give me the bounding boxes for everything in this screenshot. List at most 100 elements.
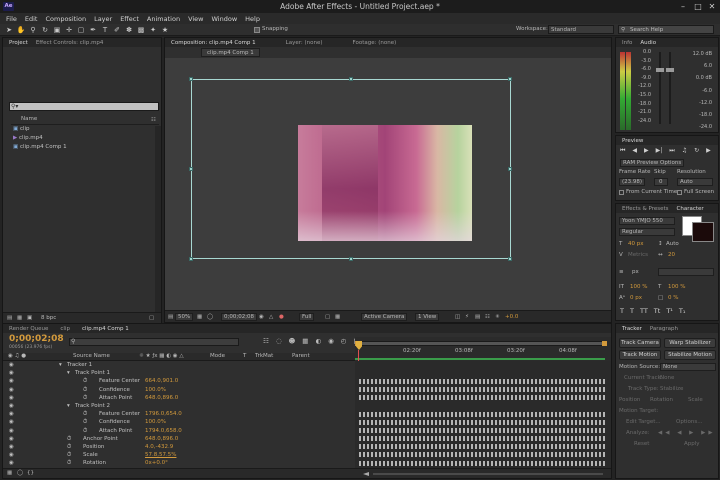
hide-shy-layers-icon[interactable]: ☻ (289, 337, 296, 345)
rectangle-tool-icon[interactable]: ▢ (76, 25, 86, 35)
table-row[interactable]: ◉ ⏱ Anchor Point 648.0,896.0 (3, 435, 355, 443)
menu-layer[interactable]: Layer (94, 15, 112, 23)
first-frame-icon[interactable]: ⏮ (620, 147, 625, 155)
exposure-value[interactable]: +0.0 (505, 314, 518, 320)
keyframe-track[interactable] (359, 461, 606, 466)
table-row[interactable]: ◉ ▾ Track Point 1 (3, 369, 355, 377)
clone-stamp-tool-icon[interactable]: ✽ (124, 25, 134, 35)
region-of-interest-icon[interactable]: ▢ (325, 314, 330, 320)
snapshot-icon[interactable]: ◉ (259, 314, 264, 320)
table-row[interactable]: ◉ ⏱ Rotation 0x+0.0° (3, 459, 355, 467)
tab-character[interactable]: Character (677, 206, 704, 212)
stabilize-motion-button[interactable]: Stabilize Motion (664, 350, 716, 360)
mute-audio-icon[interactable]: ♫ (682, 147, 687, 155)
project-item[interactable]: ▣ clip (3, 125, 161, 133)
new-folder-icon[interactable]: ▦ (17, 315, 22, 321)
transform-handle[interactable] (189, 257, 193, 261)
next-frame-icon[interactable]: ▶| (656, 147, 663, 155)
stopwatch-icon[interactable]: ⏱ (83, 427, 87, 435)
in-out-icon[interactable]: {} (27, 470, 34, 476)
grid-icon[interactable]: ▦ (197, 314, 202, 320)
keyframe-track[interactable] (359, 420, 606, 425)
stopwatch-icon[interactable]: ⏱ (67, 443, 71, 451)
table-row[interactable]: ◉ ⏱ Confidence 100.0% (3, 386, 355, 394)
all-caps-icon[interactable]: TT (640, 307, 648, 315)
row-value[interactable]: 648.0,896.0 (145, 435, 178, 443)
keyframe-track[interactable] (359, 387, 606, 392)
timeline-icon[interactable]: ▤ (475, 314, 480, 320)
bpc-button[interactable]: 8 bpc (41, 315, 56, 321)
mode-header[interactable]: Mode (210, 353, 225, 359)
puppet-pin-tool-icon[interactable]: ★ (160, 25, 170, 35)
row-value[interactable]: 648.0,896.0 (145, 394, 178, 402)
row-value[interactable]: 4.0,-432.9 (145, 443, 173, 451)
tab-effect-controls[interactable]: Effect Controls: clip.mp4 (36, 40, 104, 46)
table-row[interactable]: ◉ ⏱ Feature Center 664.0,901.0 (3, 377, 355, 385)
slider-thumb[interactable] (666, 68, 674, 72)
stopwatch-icon[interactable]: ⏱ (67, 459, 71, 467)
timeline-zoom-slider[interactable] (373, 473, 603, 475)
camera-view-select[interactable]: Active Camera (361, 313, 408, 321)
expand-arrow-icon[interactable]: ▾ (67, 369, 70, 377)
last-frame-icon[interactable]: ⏭ (669, 147, 674, 155)
magnification-select[interactable]: 50% (175, 313, 194, 321)
resolution-select[interactable]: Full (299, 313, 315, 321)
eyeball-icon[interactable]: ◉ (9, 435, 14, 443)
previous-frame-icon[interactable]: ◀ (632, 147, 637, 155)
table-row[interactable]: ◉ ⏱ Feature Center 1796.0,654.0 (3, 410, 355, 418)
stopwatch-icon[interactable]: ⏱ (67, 451, 71, 459)
table-row[interactable]: ◉ ⏱ Position 4.0,-432.9 (3, 443, 355, 451)
subscript-icon[interactable]: T₁ (679, 307, 686, 315)
loop-icon[interactable]: ↻ (694, 147, 699, 155)
menu-edit[interactable]: Edit (25, 15, 38, 23)
trkmat-header[interactable]: TrkMat (255, 353, 273, 359)
keyframe-track[interactable] (359, 412, 606, 417)
full-screen-checkbox[interactable] (677, 190, 682, 195)
hand-tool-icon[interactable]: ✋ (16, 25, 26, 35)
snapping-checkbox[interactable] (254, 27, 260, 33)
channel-icon[interactable]: ● (279, 314, 284, 320)
minimize-icon[interactable]: – (676, 1, 690, 12)
time-navigator[interactable] (355, 341, 603, 346)
maximize-icon[interactable]: □ (691, 1, 705, 12)
timeline-timecode[interactable]: 0;00;02;08 (9, 334, 64, 344)
row-value[interactable]: 0x+0.0° (145, 459, 168, 467)
keyframe-track[interactable] (359, 379, 606, 384)
timeline-search-input[interactable]: ⚲ (69, 338, 239, 346)
tab-render-queue[interactable]: Render Queue (9, 326, 48, 332)
eyeball-icon[interactable]: ◉ (9, 459, 14, 467)
transform-handle[interactable] (349, 257, 353, 261)
stopwatch-icon[interactable]: ⏱ (83, 377, 87, 385)
camera-tool-icon[interactable]: ▣ (52, 25, 62, 35)
zoom-out-icon[interactable] (363, 472, 369, 476)
search-help-input[interactable]: ⚲ Search Help (618, 25, 714, 34)
time-ruler[interactable]: 02:20f 03:08f 03:20f 04:08f (355, 337, 611, 361)
stopwatch-icon[interactable]: ⏱ (83, 394, 87, 402)
table-row[interactable]: ◉ ⏱ Scale 57.8,57.5% (3, 451, 355, 459)
project-item[interactable]: ▣ clip.mp4 Comp 1 (3, 143, 161, 151)
table-row[interactable]: ◉ ⏱ Attach Point 1794.0,658.0 (3, 427, 355, 435)
type-tool-icon[interactable]: T (100, 25, 110, 35)
project-scrollbar[interactable] (155, 126, 161, 312)
menu-composition[interactable]: Composition (45, 15, 86, 23)
frame-rate-select[interactable]: (23.98) (619, 178, 646, 186)
eyeball-icon[interactable]: ◉ (9, 402, 14, 410)
modes-toggle-icon[interactable]: ◯ (17, 470, 23, 476)
eyeball-icon[interactable]: ◉ (9, 394, 14, 402)
faux-bold-icon[interactable]: T (620, 307, 624, 315)
resolution-select[interactable]: Auto (677, 178, 713, 186)
mask-visibility-icon[interactable]: ◯ (207, 314, 213, 320)
leading-value[interactable]: Auto (666, 241, 679, 247)
stopwatch-icon[interactable]: ⏱ (83, 418, 87, 426)
stroke-style-select[interactable] (658, 268, 714, 276)
stopwatch-icon[interactable]: ⏱ (83, 386, 87, 394)
horizontal-scale-value[interactable]: 100 % (668, 284, 685, 290)
source-name-header[interactable]: Source Name (73, 353, 110, 359)
menu-file[interactable]: File (6, 15, 17, 23)
stopwatch-icon[interactable]: ⏱ (83, 410, 87, 418)
skip-select[interactable]: 0 (654, 178, 668, 186)
row-value[interactable]: 100.0% (145, 386, 166, 394)
close-icon[interactable]: ✕ (705, 1, 719, 12)
selection-tool-icon[interactable]: ➤ (4, 25, 14, 35)
baseline-shift-value[interactable]: 0 px (630, 295, 642, 301)
